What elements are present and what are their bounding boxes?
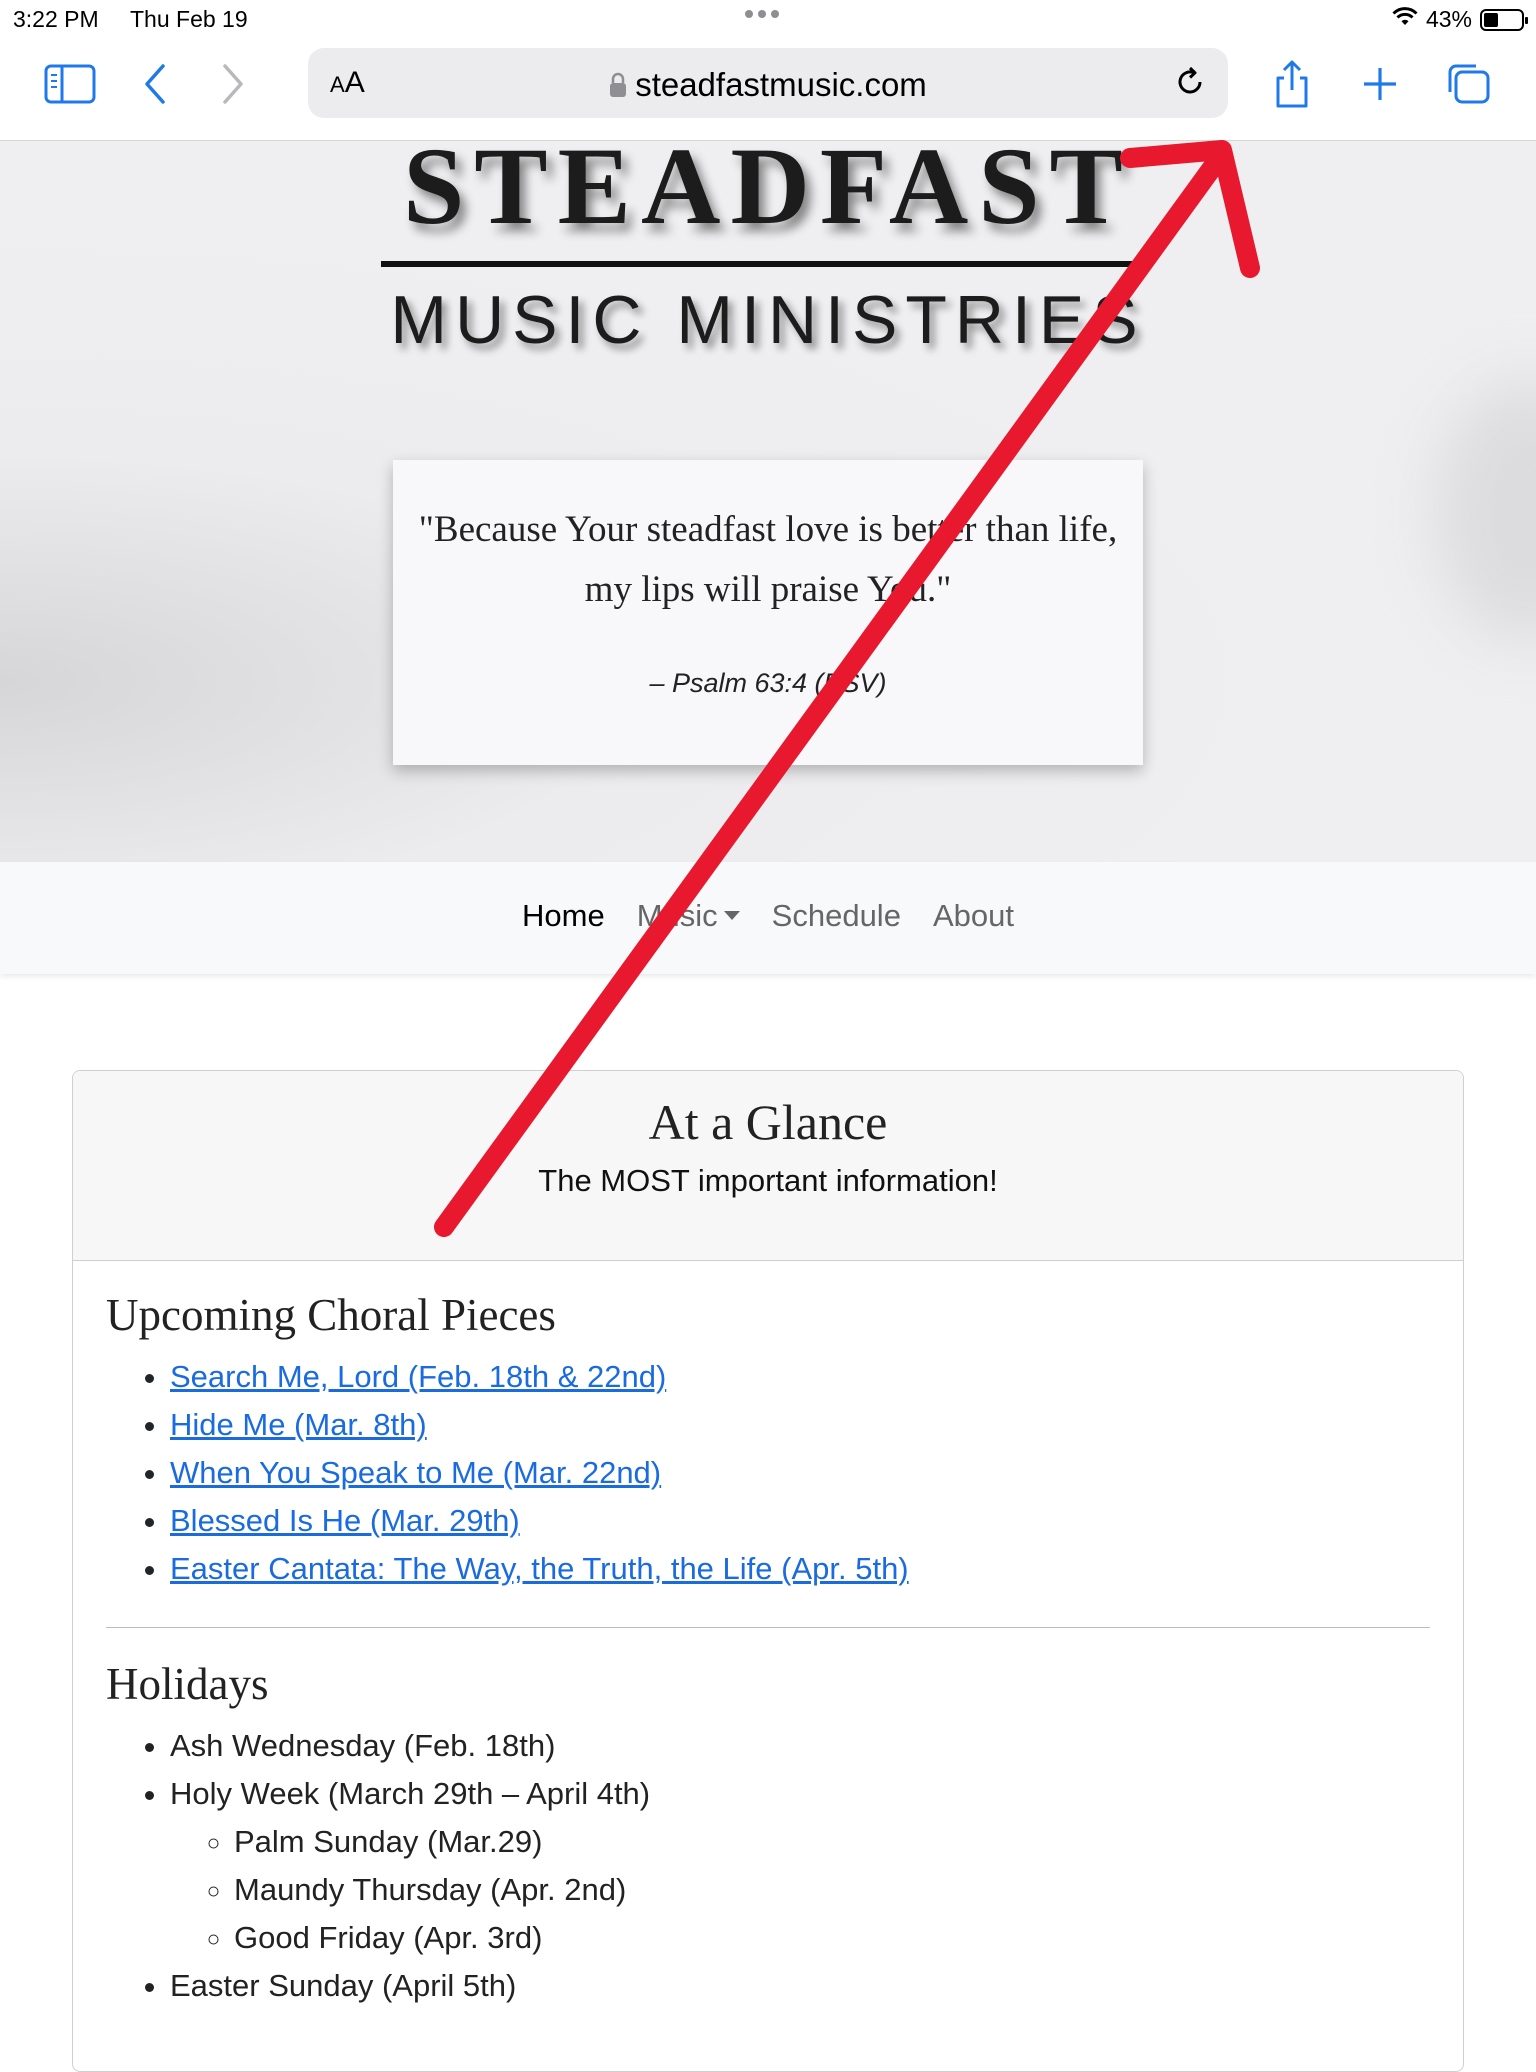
share-icon[interactable] [1264,60,1320,108]
forward-icon[interactable] [204,60,260,108]
nav-schedule[interactable]: Schedule [772,898,901,934]
scripture-quote-card: "Because Your steadfast love is better t… [393,460,1143,765]
address-bar[interactable]: AA steadfastmusic.com [308,48,1228,118]
lock-icon [609,68,627,106]
card-title: At a Glance [648,1094,888,1150]
caret-down-icon [723,911,740,921]
back-icon[interactable] [128,60,184,108]
list-item: Easter Sunday (April 5th) [170,1962,1430,2010]
list-item: Holy Week (March 29th – April 4th) Palm … [170,1770,1430,1962]
card-subtitle: The MOST important information! [538,1163,998,1198]
background-blur [1436,381,1536,641]
holidays-list: Ash Wednesday (Feb. 18th) Holy Week (Mar… [106,1722,1430,2010]
card-header: At a Glance The MOST important informati… [73,1071,1463,1261]
section-divider [106,1627,1430,1628]
holy-week-list: Palm Sunday (Mar.29) Maundy Thursday (Ap… [170,1818,1430,1962]
list-item: Easter Cantata: The Way, the Truth, the … [170,1545,1430,1593]
browser-toolbar: AA steadfastmusic.com [0,40,1536,141]
status-date: Thu Feb 19 [130,6,248,32]
scripture-quote: "Because Your steadfast love is better t… [418,509,1118,610]
status-time: 3:22 PM [13,6,99,32]
tabs-overview-icon[interactable] [1440,60,1496,108]
status-indicators: 43% [1392,6,1528,33]
battery-percent: 43% [1425,6,1472,32]
multitasking-dots-icon[interactable] [745,10,779,18]
reload-icon[interactable] [1170,62,1210,107]
list-item: Search Me, Lord (Feb. 18th & 22nd) [170,1353,1430,1401]
choral-pieces-list: Search Me, Lord (Feb. 18th & 22nd) Hide … [106,1353,1430,1593]
nav-home[interactable]: Home [522,898,605,934]
site-title: STEADFAST [403,141,1133,247]
sidebar-icon[interactable] [42,60,98,108]
status-bar: 3:22 PM Thu Feb 19 43% [0,0,1536,40]
list-item: Ash Wednesday (Feb. 18th) [170,1722,1430,1770]
site-subtitle: MUSIC MINISTRIES [390,282,1146,358]
at-a-glance-card: At a Glance The MOST important informati… [72,1070,1464,2072]
choral-piece-link[interactable]: Blessed Is He (Mar. 29th) [170,1503,520,1538]
list-item: Good Friday (Apr. 3rd) [234,1914,1430,1962]
list-item: Palm Sunday (Mar.29) [234,1818,1430,1866]
nav-about[interactable]: About [933,898,1014,934]
nav-music-label: Music [636,898,718,933]
list-item: Maundy Thursday (Apr. 2nd) [234,1866,1430,1914]
wifi-icon [1392,6,1418,33]
url-text: steadfastmusic.com [635,66,927,103]
choral-piece-link[interactable]: Easter Cantata: The Way, the Truth, the … [170,1551,909,1586]
hero-banner: STEADFAST MUSIC MINISTRIES "Because Your… [0,141,1536,862]
choral-piece-link[interactable]: When You Speak to Me (Mar. 22nd) [170,1455,661,1490]
choral-piece-link[interactable]: Search Me, Lord (Feb. 18th & 22nd) [170,1359,666,1394]
holiday-label: Holy Week (March 29th – April 4th) [170,1776,651,1811]
card-body: Upcoming Choral Pieces Search Me, Lord (… [73,1261,1463,2010]
new-tab-icon[interactable] [1352,60,1408,108]
list-item: When You Speak to Me (Mar. 22nd) [170,1449,1430,1497]
choral-pieces-heading: Upcoming Choral Pieces [106,1290,556,1340]
title-divider [381,261,1133,267]
scripture-citation: – Psalm 63:4 (ESV) [649,668,887,698]
list-item: Blessed Is He (Mar. 29th) [170,1497,1430,1545]
holidays-heading: Holidays [106,1659,269,1709]
main-navigation: Home Music Schedule About [0,862,1536,974]
nav-music-dropdown[interactable]: Music [637,898,740,934]
choral-piece-link[interactable]: Hide Me (Mar. 8th) [170,1407,427,1442]
list-item: Hide Me (Mar. 8th) [170,1401,1430,1449]
battery-icon [1480,8,1528,31]
